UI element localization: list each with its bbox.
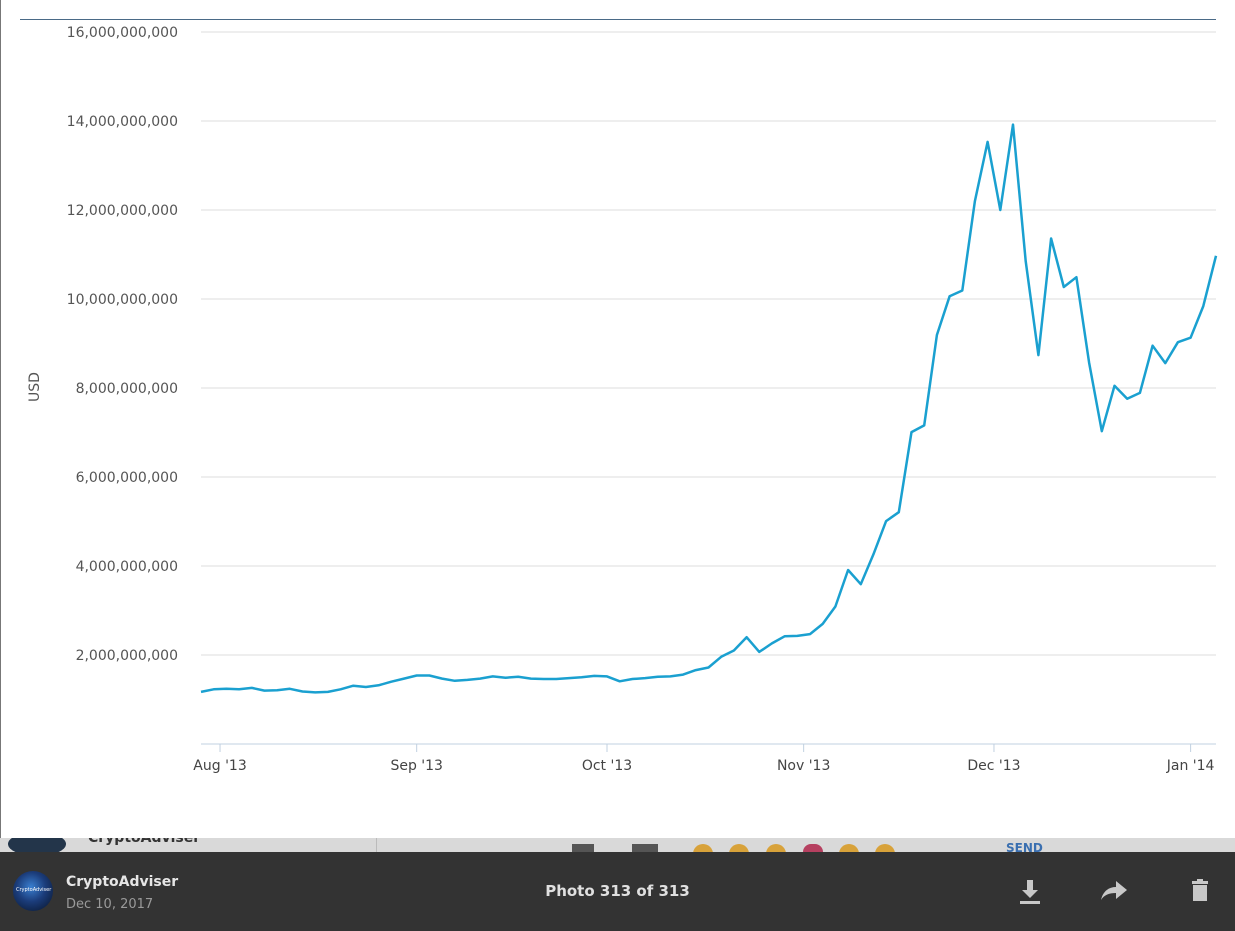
background-emoji-icon [875,844,895,852]
y-tick-label: 16,000,000,000 [67,25,178,41]
background-emoji-icon [766,844,786,852]
x-tick-label: Dec '13 [967,758,1020,774]
background-emoji-icon [839,844,859,852]
y-axis-ticks: 2,000,000,000 4,000,000,000 6,000,000,000 8… [67,25,178,664]
market-cap-line-chart: 2,000,000,000 4,000,000,000 6,000,000,000 8… [27,25,1218,774]
x-axis-ticks: Aug '13 Sep '13 Oct '13 Nov '13 Dec '13 Jan '… [193,744,1215,774]
y-axis-title: USD [27,372,43,402]
y-tick-label: 2,000,000,000 [76,648,178,664]
x-tick-label: Jan '14 [1166,758,1215,774]
background-file-icon [572,844,594,852]
x-tick-label: Aug '13 [193,758,246,774]
background-emoji-icon [693,844,713,852]
share-button[interactable] [1099,876,1129,906]
background-divider [376,838,377,852]
y-tick-label: 12,000,000,000 [67,203,178,219]
delete-button[interactable] [1187,876,1217,906]
download-button[interactable] [1016,876,1046,906]
share-icon [1101,881,1127,900]
background-heart-icon [803,844,823,852]
photo-viewer-bar: CryptoAdviser CryptoAdviser Dec 10, 2017… [0,852,1235,931]
x-tick-label: Sep '13 [390,758,443,774]
y-tick-label: 14,000,000,000 [67,114,178,130]
y-tick-label: 4,000,000,000 [76,559,178,575]
y-tick-label: 10,000,000,000 [67,292,178,308]
download-icon [1020,880,1040,904]
photo-counter: Photo 313 of 313 [545,882,690,900]
background-avatar [8,838,66,852]
y-tick-label: 8,000,000,000 [76,381,178,397]
background-emoji-icon [729,844,749,852]
chart-area: 2,000,000,000 4,000,000,000 6,000,000,000 8… [0,0,1235,838]
background-page-strip: CryptoAdviser SEND [0,838,1235,852]
trash-icon [1192,879,1208,901]
y-tick-label: 6,000,000,000 [76,470,178,486]
grid-lines [201,31,1216,745]
background-send-link: SEND [1006,841,1043,852]
x-tick-label: Oct '13 [582,758,632,774]
background-camera-icon [632,844,658,852]
x-tick-label: Nov '13 [777,758,830,774]
background-author-name: CryptoAdviser [88,838,201,846]
